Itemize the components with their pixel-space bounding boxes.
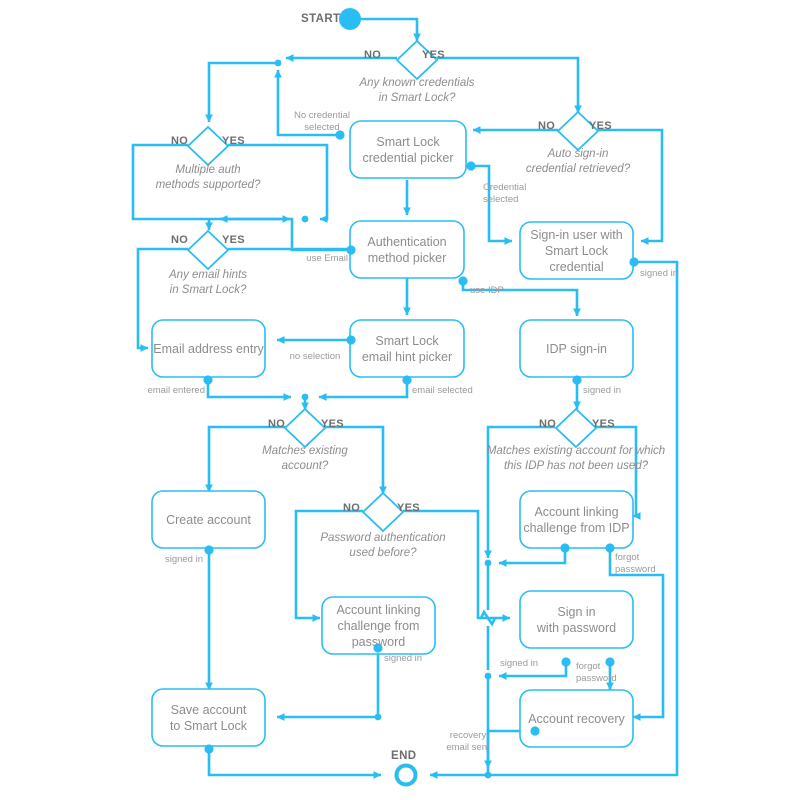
- node-box-idp-sign-in[interactable]: [519, 319, 634, 378]
- decision-question-multiple-auth-methods-supported: Multiple auth methods supported?: [155, 164, 261, 191]
- decision-question-matches-existing-account: Matches existing account?: [262, 445, 348, 472]
- node-box-email-address-entry[interactable]: [151, 319, 266, 378]
- decision-shape-matches-existing-account[interactable]: [283, 407, 327, 449]
- edge-label-email-selected: email selected: [412, 385, 473, 396]
- decision-yes-any-email-hints: YES: [222, 234, 245, 246]
- decision-no-any-known-credentials: NO: [364, 49, 382, 61]
- decision-question-any-known-credentials: Any known credentials in Smart Lock?: [359, 77, 475, 104]
- decision-yes-matches-existing-account: YES: [321, 418, 344, 430]
- decision-no-any-email-hints: NO: [171, 234, 189, 246]
- node-box-sign-in-user-with-smart-lock-credential[interactable]: [519, 221, 634, 280]
- decision-no-password-auth: NO: [343, 502, 361, 514]
- decision-yes-matches-existing-account-idp: YES: [592, 418, 615, 430]
- decision-yes-password-auth: YES: [397, 502, 420, 514]
- node-box-smart-lock-email-hint-picker[interactable]: [349, 319, 465, 378]
- edge-label-use-email: use Email: [306, 253, 348, 264]
- node-box-authentication-method-picker[interactable]: [349, 220, 465, 279]
- node-box-smart-lock-credential-picker[interactable]: [349, 120, 467, 179]
- edge-label-email-entered: email entered: [147, 385, 205, 396]
- node-box-save-account-to-smart-lock[interactable]: [151, 688, 266, 747]
- edge-label-credential-selected: Credential selected: [483, 182, 527, 205]
- flowchart-graphics: [131, 8, 679, 787]
- decision-question-matches-existing-account-idp: Matches existing account for which this …: [486, 445, 666, 472]
- flowchart-canvas: START END Smart Lock credential picker S…: [0, 0, 800, 800]
- node-box-create-account[interactable]: [151, 490, 266, 549]
- edge-label-recovery-email-sent: recovery email sent: [446, 730, 490, 753]
- node-box-account-recovery[interactable]: [519, 689, 634, 748]
- edge-label-use-idp: use IDP: [470, 285, 504, 296]
- node-box-account-linking-challenge-from-idp[interactable]: [519, 490, 634, 549]
- edge-label-signed-in-linking-password: signed in: [384, 653, 423, 664]
- decision-shape-matches-existing-account-idp[interactable]: [554, 407, 598, 449]
- decision-no-multiple-auth: NO: [171, 135, 189, 147]
- edge-label-no-credential-selected: No credential selected: [294, 110, 350, 133]
- edge-label-signed-in-smart-lock: signed in: [640, 268, 679, 279]
- decision-question-auto-sign-in-credential-retrieved: Auto sign-in credential retrieved?: [525, 148, 631, 175]
- edge-label-no-selection: no selection: [289, 351, 341, 362]
- decision-question-password-authentication-used-before: Password authentication used before?: [320, 532, 446, 559]
- node-box-sign-in-with-password[interactable]: [519, 590, 634, 649]
- decision-no-matches-existing-account-idp: NO: [539, 418, 557, 430]
- decision-question-any-email-hints: Any email hints in Smart Lock?: [169, 269, 247, 296]
- edge-label-forgot-password-signin: forgot password: [576, 661, 617, 684]
- start-label: START: [301, 13, 341, 25]
- decision-yes-auto-sign-in: YES: [589, 120, 612, 132]
- edge-label-signed-in-idp: signed in: [583, 385, 622, 396]
- decision-no-matches-existing-account: NO: [268, 418, 286, 430]
- end-label: END: [391, 750, 417, 762]
- decision-yes-multiple-auth: YES: [222, 135, 245, 147]
- start-terminal[interactable]: [339, 8, 361, 30]
- edge-label-signed-in-create-account: signed in: [164, 554, 203, 565]
- end-terminal[interactable]: [394, 763, 418, 787]
- decision-yes-any-known-credentials: YES: [422, 49, 445, 61]
- edge-label-forgot-password-idp: forgot password: [615, 552, 656, 575]
- decision-no-auto-sign-in: NO: [538, 120, 556, 132]
- edge-label-signed-in-password: signed in: [500, 658, 539, 669]
